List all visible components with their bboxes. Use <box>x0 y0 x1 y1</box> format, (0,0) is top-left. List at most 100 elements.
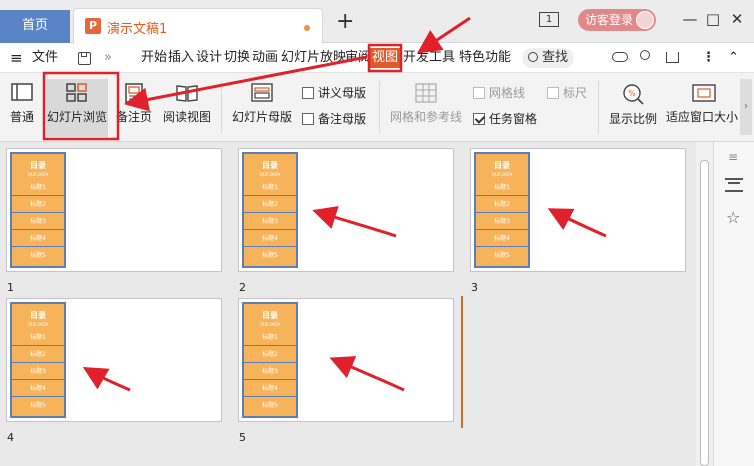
toc-item: 标题2 <box>12 346 64 363</box>
gridlines-label: 网格线 <box>489 86 526 100</box>
handout-master-label: 讲义母版 <box>318 86 367 100</box>
slide-content: 目录 OUR DATA 标题1 标题2 标题3 标题4 标题5 <box>242 152 450 268</box>
toc-item: 标题3 <box>12 213 64 230</box>
file-menu[interactable]: 文件 <box>32 49 58 67</box>
toc-item: 标题5 <box>262 252 278 259</box>
collapse-ribbon-icon[interactable]: ⌃ <box>728 49 739 67</box>
slide-sorter-icon <box>66 83 87 102</box>
menu-bar: ≡ 文件 » 开始 插入 设计 切换 动画 幻灯片放映 审阅 视图 开发工具 特… <box>0 44 754 72</box>
notes-page-label: 备注页 <box>115 110 152 124</box>
more-chevron-icon[interactable]: » <box>104 49 112 67</box>
toc-item: 标题1 <box>476 179 528 196</box>
menu-insert[interactable]: 插入 <box>168 49 194 67</box>
vertical-scrollbar[interactable] <box>696 142 713 466</box>
toc-item: 标题3 <box>244 213 296 230</box>
toc-panel: 目录 OUR DATA 标题1 标题2 标题3 标题4 标题5 <box>474 152 530 268</box>
toc-subtitle: OUR DATA <box>259 322 281 327</box>
search-button[interactable]: 查找 <box>522 48 574 68</box>
toc-title: 目录 <box>262 311 278 320</box>
toc-title: 目录 <box>262 161 278 170</box>
notes-master-button[interactable]: 备注母版 <box>302 111 366 127</box>
home-tab[interactable]: 首页 <box>0 10 70 43</box>
toc-item: 标题5 <box>262 402 278 409</box>
minimize-button[interactable]: — <box>680 10 700 30</box>
gridlines-checkbox[interactable]: 网格线 <box>473 85 525 101</box>
zoom-button[interactable]: % 显示比例 <box>604 83 662 127</box>
slide-thumbnail[interactable]: 目录 OUR DATA 标题1 标题2 标题3 标题4 标题5 1 <box>6 148 222 294</box>
menu-transition[interactable]: 切换 <box>224 49 250 67</box>
normal-view-label: 普通 <box>9 110 34 124</box>
toc-title: 目录 <box>30 161 46 170</box>
menu-view[interactable]: 视图 <box>370 48 401 68</box>
search-icon <box>528 52 538 62</box>
unsaved-dot-icon <box>304 25 310 31</box>
menu-review[interactable]: 审阅 <box>345 49 371 67</box>
menu-icon[interactable]: ≡ <box>10 49 23 67</box>
task-pane-checkbox[interactable]: 任务窗格 <box>473 111 537 127</box>
ribbon-scroll-right-icon[interactable]: › <box>740 79 752 135</box>
toc-item: 标题2 <box>476 196 528 213</box>
handout-master-button[interactable]: 讲义母版 <box>302 85 366 101</box>
visitor-login-button[interactable]: 访客登录 <box>578 9 656 31</box>
toc-item: 标题5 <box>30 402 46 409</box>
more-options-icon[interactable]: ⋮ <box>702 49 715 67</box>
title-bar: 首页 P 演示文稿1 + 1 访客登录 — □ ✕ <box>0 0 754 44</box>
toc-item: 标题4 <box>12 230 64 247</box>
toc-panel: 目录 OUR DATA 标题1 标题2 标题3 标题4 标题5 <box>242 302 298 418</box>
slide-master-icon <box>251 83 273 102</box>
slide-number: 2 <box>239 281 246 294</box>
cloud-icon[interactable] <box>612 52 628 62</box>
window-count-icon[interactable]: 1 <box>539 12 559 27</box>
save-icon[interactable] <box>78 52 91 65</box>
document-tab[interactable]: P 演示文稿1 <box>73 8 323 44</box>
slide-master-label: 幻灯片母版 <box>231 110 292 124</box>
user-share-icon[interactable] <box>640 50 650 60</box>
slide-content: 目录 OUR DATA 标题1 标题2 标题3 标题4 标题5 <box>242 302 450 418</box>
search-label: 查找 <box>542 50 569 65</box>
slide-number: 5 <box>239 431 246 444</box>
menu-start[interactable]: 开始 <box>141 49 167 67</box>
svg-text:%: % <box>628 89 636 98</box>
document-title: 演示文稿1 <box>107 22 168 37</box>
share-icon[interactable] <box>666 52 679 63</box>
toc-title: 目录 <box>494 161 510 170</box>
panel-menu-icon[interactable]: ≡ <box>728 150 738 164</box>
new-tab-button[interactable]: + <box>336 9 354 35</box>
fit-window-label: 适应窗口大小 <box>666 110 739 124</box>
restore-button[interactable]: □ <box>703 10 723 30</box>
ribbon-divider <box>598 81 599 133</box>
slide-thumbnail[interactable]: 目录 OUR DATA 标题1 标题2 标题3 标题4 标题5 3 <box>470 148 686 294</box>
slide-master-button[interactable]: 幻灯片母版 <box>229 83 295 125</box>
slide-sorter-button[interactable]: 幻灯片浏览 <box>46 79 108 137</box>
toc-item: 标题2 <box>12 196 64 213</box>
slide-thumbnail[interactable]: 目录 OUR DATA 标题1 标题2 标题3 标题4 标题5 2 <box>238 148 454 294</box>
slide-sorter-label: 幻灯片浏览 <box>46 110 107 124</box>
normal-view-button[interactable]: 普通 <box>4 83 40 125</box>
close-button[interactable]: ✕ <box>727 10 747 30</box>
toc-panel: 目录 OUR DATA 标题1 标题2 标题3 标题4 标题5 <box>242 152 298 268</box>
menu-special-features[interactable]: 特色功能 <box>459 49 511 67</box>
menu-developer-tools[interactable]: 开发工具 <box>403 49 455 67</box>
ruler-checkbox[interactable]: 标尺 <box>547 85 587 101</box>
menu-animation[interactable]: 动画 <box>252 49 278 67</box>
slide-thumbnail[interactable]: 目录 OUR DATA 标题1 标题2 标题3 标题4 标题5 4 <box>6 298 222 444</box>
grid-guides-button[interactable]: 网格和参考线 <box>386 83 466 125</box>
toc-item: 标题5 <box>30 252 46 259</box>
toc-item: 标题4 <box>12 380 64 397</box>
avatar <box>636 11 654 29</box>
fit-window-button[interactable]: 适应窗口大小 <box>666 83 740 125</box>
reading-view-button[interactable]: 阅读视图 <box>160 83 214 125</box>
properties-icon[interactable] <box>725 178 743 192</box>
menu-design[interactable]: 设计 <box>196 49 222 67</box>
reading-view-icon <box>176 85 198 102</box>
fit-window-icon <box>692 84 716 102</box>
toc-item: 标题2 <box>244 346 296 363</box>
notes-page-button[interactable]: 备注页 <box>114 83 154 125</box>
slide-thumbnail[interactable]: 目录 OUR DATA 标题1 标题2 标题3 标题4 标题5 5 <box>238 298 454 444</box>
grid-guides-label: 网格和参考线 <box>389 110 462 124</box>
view-ribbon: 普通 幻灯片浏览 备注页 阅读视图 幻灯片母版 讲义母版 备注母版 网格和参考线… <box>0 72 754 142</box>
menu-slideshow[interactable]: 幻灯片放映 <box>281 49 346 67</box>
scrollbar-thumb[interactable] <box>700 160 709 466</box>
animation-star-icon[interactable]: ☆ <box>726 208 740 227</box>
toc-item: 标题5 <box>494 252 510 259</box>
